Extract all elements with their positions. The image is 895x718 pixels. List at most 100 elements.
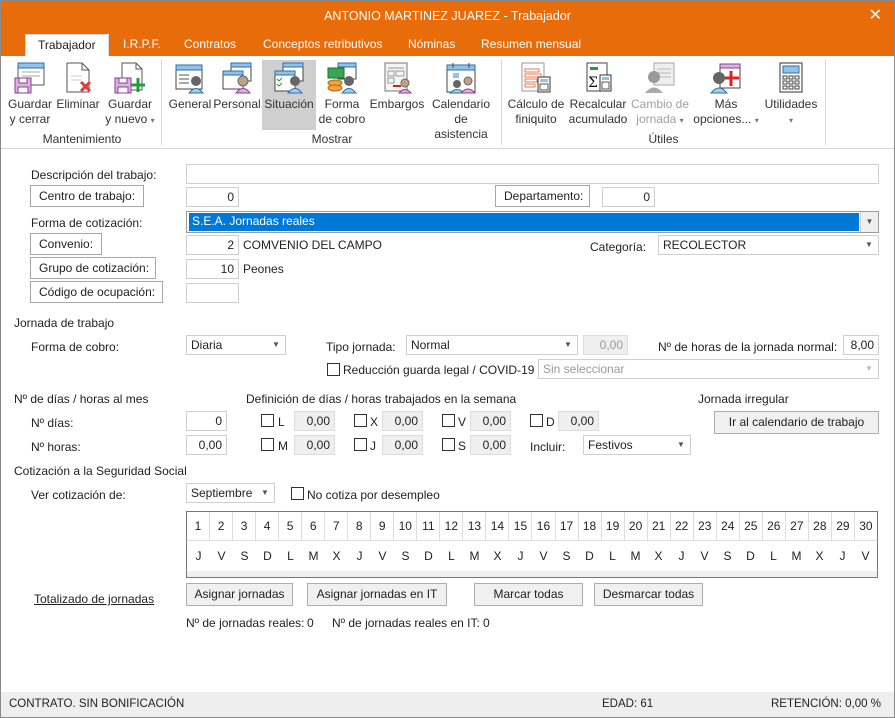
reduccion-checkbox[interactable] [327, 363, 340, 376]
day-number-cell[interactable]: 6 [302, 512, 326, 540]
weekday-cell[interactable]: S [233, 542, 256, 571]
tab-resumen-mensual[interactable]: Resumen mensual [469, 34, 593, 56]
weekday-cell[interactable]: L [601, 542, 624, 571]
utilidades-button[interactable]: Utilidades ▾ [763, 60, 819, 128]
day-j-checkbox[interactable] [354, 438, 367, 451]
weekday-cell[interactable]: D [739, 542, 762, 571]
day-number-cell[interactable]: 21 [648, 512, 671, 540]
no-cotiza-desempleo-checkbox[interactable] [291, 487, 304, 500]
weekday-cell[interactable]: X [486, 542, 509, 571]
general-button[interactable]: General [168, 60, 212, 112]
tab-nominas[interactable]: Nóminas [396, 34, 467, 56]
weekday-cell[interactable]: X [325, 542, 348, 571]
day-d-hours[interactable]: 0,00 [558, 411, 599, 431]
day-number-cell[interactable]: 12 [440, 512, 464, 540]
weekday-cell[interactable]: J [670, 542, 693, 571]
day-number-cell[interactable]: 27 [786, 512, 809, 540]
grupo-cotizacion-button[interactable]: Grupo de cotización: [30, 257, 156, 279]
weekday-cell[interactable]: M [302, 542, 325, 571]
weekday-cell[interactable]: L [762, 542, 785, 571]
close-icon[interactable]: ✕ [869, 5, 882, 25]
weekday-cell[interactable]: M [624, 542, 647, 571]
weekday-cell[interactable]: J [187, 542, 210, 571]
day-number-cell[interactable]: 8 [348, 512, 372, 540]
situacion-button[interactable]: Situación [262, 60, 316, 130]
day-d-checkbox[interactable] [530, 414, 543, 427]
weekday-cell[interactable]: V [693, 542, 716, 571]
day-number-cell[interactable]: 1 [187, 512, 211, 540]
forma-cobro-button[interactable]: Forma de cobro [318, 60, 366, 127]
tab-irpf[interactable]: I.R.P.F. [111, 34, 173, 56]
weekday-cell[interactable]: S [555, 542, 578, 571]
codigo-ocupacion-button[interactable]: Código de ocupación: [30, 281, 163, 303]
day-number-cell[interactable]: 20 [625, 512, 648, 540]
tab-trabajador[interactable]: Trabajador [25, 34, 109, 56]
day-number-cell[interactable]: 2 [210, 512, 234, 540]
tab-contratos[interactable]: Contratos [172, 34, 248, 56]
convenio-button[interactable]: Convenio: [30, 233, 102, 255]
weekday-cell[interactable]: X [808, 542, 831, 571]
day-l-hours[interactable]: 0,00 [294, 411, 335, 431]
horas-jornada-normal-input[interactable]: 8,00 [843, 335, 879, 355]
day-number-cell[interactable]: 9 [371, 512, 395, 540]
convenio-input[interactable]: 2 [186, 235, 239, 255]
day-v-hours[interactable]: 0,00 [470, 411, 511, 431]
day-number-cell[interactable]: 3 [233, 512, 257, 540]
day-m-checkbox[interactable] [261, 438, 274, 451]
day-number-cell[interactable]: 28 [809, 512, 832, 540]
day-s-checkbox[interactable] [442, 438, 455, 451]
calendario-asistencia-button[interactable]: Calendario de asistencia [427, 60, 495, 142]
descripcion-input[interactable] [186, 164, 879, 184]
weekday-cell[interactable]: V [532, 542, 555, 571]
weekday-cell[interactable]: S [394, 542, 417, 571]
ir-calendario-trabajo-button[interactable]: Ir al calendario de trabajo [714, 411, 879, 434]
tipo-jornada-select[interactable]: Normal ▼ [406, 335, 578, 355]
departamento-button[interactable]: Departamento: [495, 185, 590, 207]
day-x-hours[interactable]: 0,00 [382, 411, 423, 431]
forma-cobro-select[interactable]: Diaria ▼ [186, 335, 286, 355]
tab-conceptos-retributivos[interactable]: Conceptos retributivos [251, 34, 394, 56]
day-l-checkbox[interactable] [261, 414, 274, 427]
day-v-checkbox[interactable] [442, 414, 455, 427]
day-s-hours[interactable]: 0,00 [470, 435, 511, 455]
cambio-jornada-button[interactable]: Cambio de jornada ▾ [630, 60, 690, 128]
weekday-cell[interactable]: J [831, 542, 854, 571]
day-number-cell[interactable]: 17 [556, 512, 579, 540]
day-number-cell[interactable]: 10 [394, 512, 418, 540]
weekday-cell[interactable]: D [256, 542, 279, 571]
day-number-cell[interactable]: 13 [463, 512, 487, 540]
marcar-todas-button[interactable]: Marcar todas [474, 583, 583, 606]
day-number-cell[interactable]: 4 [256, 512, 280, 540]
eliminar-button[interactable]: Eliminar [55, 60, 101, 112]
centro-trabajo-button[interactable]: Centro de trabajo: [30, 185, 144, 207]
day-number-cell[interactable]: 23 [694, 512, 717, 540]
weekday-cell[interactable]: D [417, 542, 440, 571]
weekday-cell[interactable]: L [279, 542, 302, 571]
grupo-cotizacion-input[interactable]: 10 [186, 259, 239, 279]
day-m-hours[interactable]: 0,00 [294, 435, 335, 455]
day-number-cell[interactable]: 26 [763, 512, 786, 540]
grid-scrollbar[interactable] [187, 571, 877, 577]
weekday-cell[interactable]: X [647, 542, 670, 571]
weekday-cell[interactable]: V [210, 542, 233, 571]
weekday-cell[interactable]: J [509, 542, 532, 571]
personal-button[interactable]: Personal [213, 60, 261, 112]
day-number-cell[interactable]: 7 [325, 512, 349, 540]
tipo-jornada-extra-input[interactable]: 0,00 [583, 335, 628, 355]
embargos-button[interactable]: Embargos [369, 60, 425, 112]
day-number-cell[interactable]: 5 [279, 512, 303, 540]
day-number-cell[interactable]: 25 [740, 512, 763, 540]
weekday-cell[interactable]: L [440, 542, 463, 571]
weekday-cell[interactable]: J [348, 542, 371, 571]
day-j-hours[interactable]: 0,00 [382, 435, 423, 455]
day-number-cell[interactable]: 15 [509, 512, 533, 540]
weekday-cell[interactable]: D [578, 542, 601, 571]
horas-input[interactable]: 0,00 [186, 435, 227, 455]
reduccion-select[interactable]: Sin seleccionar ▼ [538, 359, 879, 379]
day-x-checkbox[interactable] [354, 414, 367, 427]
desmarcar-todas-button[interactable]: Desmarcar todas [594, 583, 703, 606]
weekday-cell[interactable]: M [463, 542, 486, 571]
day-number-cell[interactable]: 29 [832, 512, 855, 540]
totalizado-jornadas-link[interactable]: Totalizado de jornadas [34, 592, 154, 606]
guardar-cerrar-button[interactable]: Guardar y cerrar [7, 60, 53, 127]
